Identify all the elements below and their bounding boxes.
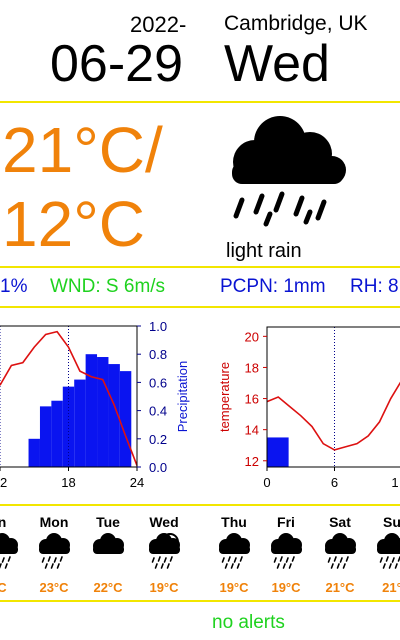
y-tick-label: 0.0: [149, 460, 167, 475]
x-tick-label: 0: [263, 475, 270, 490]
condition-text: light rain: [226, 240, 302, 262]
wind-readout: WND: S 6m/s: [50, 276, 166, 297]
rain-cloud-icon: [372, 530, 400, 570]
x-tick-label: 18: [61, 475, 75, 490]
forecast-day-temp: 19°C: [219, 580, 249, 595]
precip-bar: [28, 438, 40, 467]
y-axis-label: Precipitation: [175, 361, 190, 433]
y-axis-label: temperature: [217, 362, 232, 432]
temp-high: 21°C/: [2, 114, 163, 186]
forecast-day-temp: 23°C: [39, 580, 69, 595]
precip-readout: PCPN: 1mm: [220, 276, 326, 297]
y-tick-label: 14: [245, 423, 259, 438]
divider-top: [0, 101, 400, 103]
forecast-day-name: Su: [383, 514, 400, 530]
y-tick-label: 12: [245, 454, 259, 469]
y-tick-label: 1.0: [149, 319, 167, 334]
y-tick-label: 0.4: [149, 404, 167, 419]
cloud-icon: [88, 530, 128, 570]
forecast-day-temp: 21°C: [325, 580, 355, 595]
divider-charts: [0, 504, 400, 506]
y-tick-label: 0.6: [149, 375, 167, 390]
forecast-day-name: Fri: [277, 514, 295, 530]
divider-stats: [0, 306, 400, 308]
temperature-chart-tomorrow: 0 6 1 12 14 16 18 20 temperature: [217, 326, 400, 490]
forecast-day-temp: 22°C: [93, 580, 123, 595]
y-tick-label: 16: [245, 392, 259, 407]
y-tick-label: 20: [245, 329, 259, 344]
divider-conditions: [0, 266, 400, 268]
precip-bar: [85, 354, 98, 467]
x-tick-label: 12: [0, 475, 7, 490]
precip-bar: [266, 437, 289, 467]
rain-cloud-icon: [320, 530, 360, 570]
humidity-partial: 1%: [0, 276, 28, 297]
precip-bar: [119, 371, 132, 467]
date-month-day: 06-29: [50, 35, 183, 93]
rain-cloud-icon: [0, 530, 22, 570]
forecast-day-temp: 21°: [382, 580, 400, 595]
forecast-day-temp: 19°C: [271, 580, 301, 595]
forecast-day-name: Tue: [96, 514, 120, 530]
forecast-day-name: Wed: [149, 514, 179, 530]
precip-bar: [39, 406, 52, 467]
divider-forecast: [0, 600, 400, 602]
precip-chart-today: 12 18 24 0.0 0.2 0.4 0.6 0.8 1.0 Precipitation: [0, 319, 190, 490]
temp-low: 12°C: [2, 188, 145, 260]
y-tick-label: 18: [245, 360, 259, 375]
precip-bar: [74, 379, 86, 467]
alerts-status: no alerts: [212, 612, 285, 633]
weekday-name: Wed: [224, 35, 330, 93]
forecast-day-name: Sat: [329, 514, 351, 530]
y-tick-label: 0.8: [149, 347, 167, 362]
rain-cloud-icon: [266, 530, 306, 570]
precip-bar: [97, 357, 109, 467]
forecast-day-name: Mon: [39, 514, 69, 530]
sun-cloud-rain-icon: [144, 530, 184, 570]
x-tick-label: 6: [331, 475, 338, 490]
forecast-day-temp: 19°C: [149, 580, 179, 595]
precip-bar: [51, 400, 63, 467]
location-name: Cambridge, UK: [224, 12, 368, 35]
x-tick-label: 24: [130, 475, 144, 490]
rh-readout: RH: 8: [350, 276, 399, 297]
rain-cloud-icon: [214, 530, 254, 570]
rain-cloud-icon: [34, 530, 74, 570]
y-tick-label: 0.2: [149, 432, 167, 447]
x-tick-label: 1: [391, 475, 398, 490]
forecast-day-name: Thu: [221, 514, 247, 530]
rain-cloud-icon: [232, 116, 346, 227]
